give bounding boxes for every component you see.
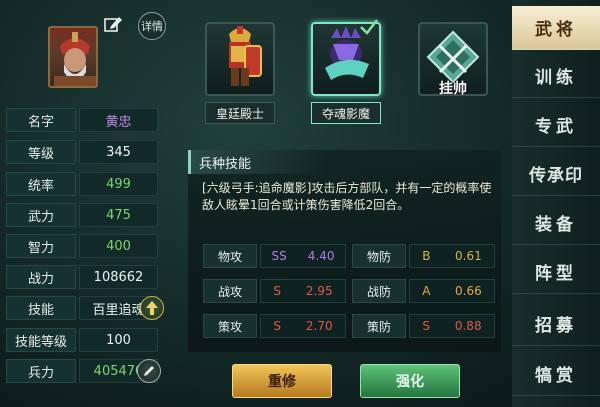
tab-general[interactable]: 武将 (512, 6, 600, 50)
unit-card-commander[interactable]: 挂帅 (418, 22, 488, 126)
pencil-icon (144, 366, 154, 376)
stat-value: 100 (79, 328, 158, 352)
edit-icon (104, 17, 122, 32)
troops-edit-button[interactable] (137, 359, 161, 383)
stat-value: 黄忠 (79, 108, 158, 132)
attr-grade: S (273, 319, 282, 333)
stat-value: 345 (79, 140, 158, 164)
attr-physical-attack: 物攻 SS 4.40 (203, 244, 346, 268)
attr-value: 0.61 (455, 249, 482, 263)
attr-value-box: B 0.61 (409, 244, 495, 268)
stat-label: 等级 (6, 140, 76, 164)
stat-label: 战力 (6, 265, 76, 289)
attr-value: 2.70 (305, 319, 333, 333)
unit-card-imperial-guard[interactable]: 皇廷殿士 (205, 22, 275, 126)
unit-card-shadow-demon[interactable]: 夺魂影魔 (311, 19, 381, 126)
unit-label: 夺魂影魔 (311, 102, 381, 124)
tab-equipment[interactable]: 装备 (512, 201, 600, 245)
skill-description: [六级弓手:追命魔影]攻击后方部队，并有一定的概率使敌人眩晕1回合或计策伤害降低… (202, 181, 492, 212)
attr-value-box: S 2.95 (260, 279, 346, 303)
attr-grade: S (422, 319, 431, 333)
tab-inheritance-seal[interactable]: 传承印 (512, 152, 600, 196)
stat-row-name: 名字 黄忠 (6, 108, 158, 132)
attr-label: 物攻 (203, 244, 257, 268)
attr-value-box: SS 4.40 (260, 244, 346, 268)
tab-training[interactable]: 训练 (512, 54, 600, 98)
attr-value: 0.66 (455, 284, 482, 298)
attr-grade: S (273, 284, 282, 298)
commander-label: 挂帅 (439, 81, 467, 97)
stat-label: 名字 (6, 108, 76, 132)
tab-recruit[interactable]: 招募 (512, 302, 600, 346)
attr-label: 战防 (352, 279, 406, 303)
stat-value: 400 (79, 234, 158, 258)
rebuild-button[interactable]: 重修 (232, 364, 332, 398)
attr-strategy-defense: 策防 S 0.88 (352, 314, 495, 338)
attr-label: 物防 (352, 244, 406, 268)
stat-row-level: 等级 345 (6, 140, 158, 164)
stat-value: 499 (79, 172, 158, 196)
stat-value: 475 (79, 203, 158, 227)
stat-row-command: 统率 499 (6, 172, 158, 196)
tab-reward[interactable]: 犒赏 (512, 352, 600, 396)
attr-value: 4.40 (307, 249, 335, 263)
attr-grade: A (422, 284, 431, 298)
attr-strategy-attack: 策攻 S 2.70 (203, 314, 346, 338)
tab-exclusive-weapon[interactable]: 专武 (512, 103, 600, 147)
stat-row-intelligence: 智力 400 (6, 234, 158, 258)
attr-value-box: S 2.70 (260, 314, 346, 338)
stat-row-skill-level: 技能等级 100 (6, 328, 158, 352)
hero-portrait-icon (54, 32, 96, 86)
stat-label: 武力 (6, 203, 76, 227)
stat-label: 统率 (6, 172, 76, 196)
stat-row-force: 武力 475 (6, 203, 158, 227)
attr-physical-defense: 物防 B 0.61 (352, 244, 495, 268)
attr-value-box: A 0.66 (409, 279, 495, 303)
attr-grade: SS (271, 249, 287, 263)
attr-label: 战攻 (203, 279, 257, 303)
attr-value: 2.95 (305, 284, 333, 298)
unit-label: 皇廷殿士 (205, 102, 275, 124)
stat-row-skill: 技能 百里追魂 (6, 296, 158, 320)
attr-value: 0.88 (454, 319, 482, 333)
attr-label: 策防 (352, 314, 406, 338)
attr-battle-attack: 战攻 S 2.95 (203, 279, 346, 303)
stat-value: 108662 (79, 265, 158, 289)
stat-row-power: 战力 108662 (6, 265, 158, 289)
knight-icon (205, 22, 275, 96)
detail-button[interactable]: 详情 (138, 12, 166, 40)
attr-battle-defense: 战防 A 0.66 (352, 279, 495, 303)
skill-title: 兵种技能 (188, 150, 328, 174)
hero-avatar[interactable] (48, 26, 98, 88)
attr-grade: B (422, 249, 431, 263)
checkmark-icon (360, 19, 378, 35)
attr-value-box: S 0.88 (409, 314, 495, 338)
skill-upgrade-button[interactable] (140, 296, 164, 320)
stat-label: 技能等级 (6, 328, 76, 352)
stat-label: 兵力 (6, 359, 76, 383)
stat-label: 技能 (6, 296, 76, 320)
tab-formation[interactable]: 阵型 (512, 250, 600, 294)
attr-label: 策攻 (203, 314, 257, 338)
stat-label: 智力 (6, 234, 76, 258)
strengthen-button[interactable]: 强化 (360, 364, 460, 398)
arrow-up-icon (146, 301, 158, 315)
stat-row-troops: 兵力 405470 (6, 359, 158, 383)
edit-name-button[interactable] (100, 12, 126, 36)
